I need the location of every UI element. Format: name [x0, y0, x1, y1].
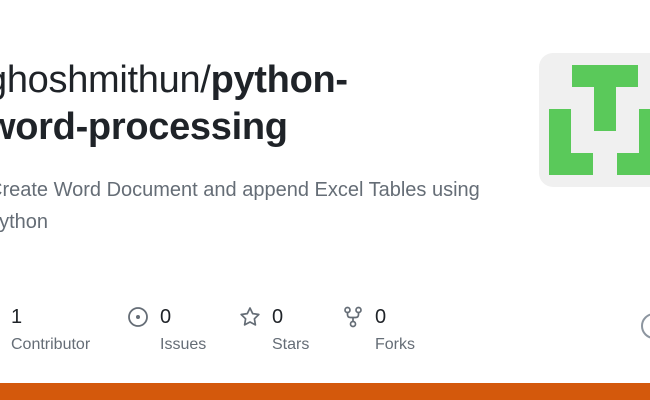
forks-count: 0 — [375, 306, 387, 328]
star-icon — [239, 306, 261, 328]
issue-opened-icon — [127, 306, 149, 328]
language-bar — [0, 383, 650, 400]
stars-label: Stars — [272, 336, 310, 353]
issues-count: 0 — [160, 306, 172, 328]
repo-owner[interactable]: ghoshmithun/ — [0, 59, 211, 101]
github-logo-icon — [641, 313, 650, 339]
forks-label: Forks — [375, 336, 415, 353]
stat-contributors[interactable]: 1 Contributor — [0, 304, 90, 355]
contributors-label: Contributor — [11, 336, 91, 353]
stars-count: 0 — [272, 306, 284, 328]
identicon-image — [549, 65, 650, 175]
repo-name-first-line[interactable]: python- — [211, 59, 349, 101]
repo-name-second-line[interactable]: word-processing — [0, 106, 288, 148]
contributors-count: 1 — [11, 306, 23, 328]
stat-stars[interactable]: 0 Stars — [239, 304, 309, 355]
repo-forked-icon — [342, 306, 364, 328]
issues-label: Issues — [160, 336, 207, 353]
repo-description: Create Word Document and append Excel Ta… — [0, 179, 480, 233]
stat-issues[interactable]: 0 Issues — [127, 304, 206, 355]
stat-forks[interactable]: 0 Forks — [342, 304, 415, 355]
owner-avatar — [539, 53, 650, 187]
repo-title[interactable]: ghoshmithun/python-word-processing — [0, 57, 348, 151]
